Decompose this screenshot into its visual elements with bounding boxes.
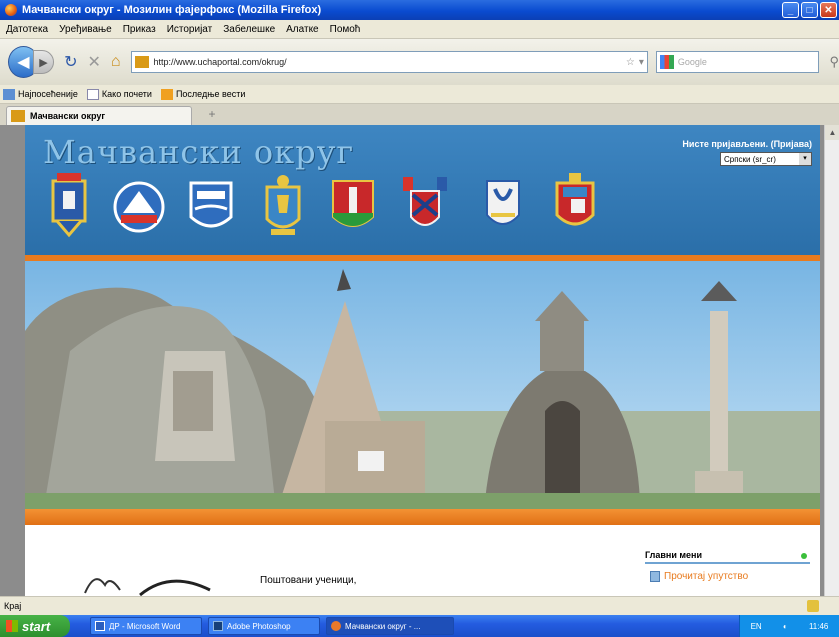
new-tab-button[interactable]: +	[202, 107, 222, 122]
language-value: Српски (sr_cr)	[724, 154, 776, 164]
greeting-text: Поштовани ученици,	[260, 575, 357, 586]
url-dropdown-icon[interactable]: ▾	[639, 57, 644, 68]
start-button[interactable]: start	[0, 615, 70, 637]
maximize-button[interactable]: □	[801, 2, 818, 18]
site-favicon-icon	[11, 110, 25, 122]
taskbar-item-firefox[interactable]: Мачвански округ - ...	[326, 617, 454, 635]
bookmark-latest-news[interactable]: Последње вести	[160, 88, 246, 100]
tab-label: Мачвански округ	[30, 111, 106, 121]
coat-of-arms-8-icon	[555, 173, 595, 226]
url-bar[interactable]: http://www.uchaportal.com/okrug/ ☆ ▾	[130, 51, 648, 73]
content-area: Поштовани ученици, Главни мени Прочитај …	[25, 525, 820, 596]
window-titlebar[interactable]: Мачвански округ - Мозилин фајерфокс (Moz…	[0, 0, 839, 20]
bookmark-label: Најпосећеније	[18, 89, 78, 99]
firefox-icon	[331, 621, 341, 631]
task-label: Мачвански округ - ...	[345, 621, 421, 631]
site-header: Мачвански округ Нисте пријављени. (Прија…	[25, 125, 820, 259]
star-icon[interactable]: ☆	[626, 57, 635, 68]
coat-of-arms-3-icon	[189, 181, 233, 228]
reload-icon[interactable]: ↻	[64, 52, 77, 72]
search-input[interactable]: Google	[655, 51, 820, 73]
minimize-button[interactable]: _	[782, 2, 799, 18]
status-dot-icon	[801, 553, 807, 559]
rss-icon	[160, 88, 173, 100]
site-title: Мачвански округ	[43, 133, 355, 171]
bookmark-label: Како почети	[101, 89, 152, 99]
photoshop-icon	[213, 621, 223, 631]
banner-divider	[25, 509, 820, 525]
menu-item-bookmarks[interactable]: Забелешке	[223, 24, 275, 35]
start-label: start	[22, 618, 51, 634]
coat-of-arms-5-icon	[332, 180, 374, 227]
addon-icon[interactable]	[807, 600, 819, 612]
coat-of-arms-7-icon	[486, 180, 520, 225]
menu-item-tools[interactable]: Алатке	[286, 24, 318, 35]
clock: 11:46	[808, 621, 829, 631]
bookmark-most-visited[interactable]: Најпосећеније	[3, 88, 78, 100]
search-icon[interactable]: ⚲	[829, 54, 839, 70]
network-icon[interactable]: ◐	[783, 622, 788, 631]
document-icon	[650, 571, 660, 582]
windows-taskbar: start ДР - Microsoft Word Adobe Photosho…	[0, 615, 839, 637]
bookmark-getting-started[interactable]: Како почети	[86, 88, 152, 100]
search-placeholder: Google	[677, 57, 707, 67]
system-tray: EN ◐ 11:46	[739, 615, 839, 637]
taskbar-item-word[interactable]: ДР - Microsoft Word	[90, 617, 202, 635]
window-title: Мачвански округ - Мозилин фајерфокс (Moz…	[22, 4, 322, 16]
monuments-banner-image	[25, 261, 820, 509]
chevron-down-icon: ▾	[799, 153, 811, 165]
monuments-illustration	[25, 269, 820, 509]
site-favicon-icon	[134, 56, 149, 68]
read-instructions-label: Прочитај упутство	[664, 571, 749, 582]
menu-item-history[interactable]: Историјат	[167, 24, 213, 35]
tab-bar: Мачвански округ +	[0, 104, 839, 125]
bookmark-label: Последње вести	[175, 89, 246, 99]
coat-of-arms-4-icon	[265, 175, 301, 235]
menu-item-help[interactable]: Помоћ	[330, 24, 361, 35]
stop-icon[interactable]: ✕	[87, 52, 100, 72]
windows-logo-icon	[6, 620, 18, 632]
word-icon	[95, 621, 105, 631]
task-label: ДР - Microsoft Word	[109, 621, 181, 631]
status-text: Крај	[4, 601, 22, 611]
browser-viewport: Мачвански округ Нисте пријављени. (Прија…	[0, 125, 824, 596]
web-page: Мачвански округ Нисте пријављени. (Прија…	[25, 125, 820, 596]
bookmark-folder-icon	[3, 88, 15, 100]
coat-of-arms-6-icon	[403, 177, 447, 226]
home-icon[interactable]: ⌂	[111, 53, 121, 71]
menu-bar: Датотека Уређивање Приказ Историјат Забе…	[0, 20, 839, 39]
language-indicator[interactable]: EN	[751, 622, 762, 631]
firefox-icon	[5, 4, 17, 16]
taskbar-item-photoshop[interactable]: Adobe Photoshop	[208, 617, 320, 635]
menu-item-view[interactable]: Приказ	[123, 24, 156, 35]
vertical-scrollbar[interactable]: ▲	[824, 125, 839, 596]
status-bar: Крај	[0, 596, 839, 615]
tab-machvanski-okrug[interactable]: Мачвански округ	[6, 106, 192, 125]
page-icon	[86, 88, 99, 100]
url-text: http://www.uchaportal.com/okrug/	[153, 57, 287, 67]
main-menu-title: Главни мени	[645, 550, 703, 560]
coat-of-arms-2-icon	[113, 181, 165, 233]
sketch-illustration	[84, 578, 211, 596]
bookmarks-toolbar: Најпосећеније Како почети Последње вести	[0, 85, 839, 104]
scroll-up-icon[interactable]: ▲	[825, 125, 839, 140]
navigation-toolbar: ◀ ▶ ↻ ✕ ⌂ http://www.uchaportal.com/okru…	[0, 39, 839, 85]
language-select[interactable]: Српски (sr_cr) ▾	[720, 152, 812, 166]
forward-button[interactable]: ▶	[32, 50, 55, 74]
menu-item-file[interactable]: Датотека	[6, 24, 48, 35]
main-menu-header: Главни мени	[645, 550, 810, 564]
google-icon	[659, 55, 674, 69]
task-label: Adobe Photoshop	[227, 621, 291, 631]
coat-of-arms-1-icon	[51, 173, 87, 238]
login-link[interactable]: Нисте пријављени. (Пријава)	[682, 139, 812, 149]
read-instructions-link[interactable]: Прочитај упутство	[650, 571, 748, 582]
close-button[interactable]: ✕	[820, 2, 837, 18]
menu-item-edit[interactable]: Уређивање	[59, 24, 112, 35]
